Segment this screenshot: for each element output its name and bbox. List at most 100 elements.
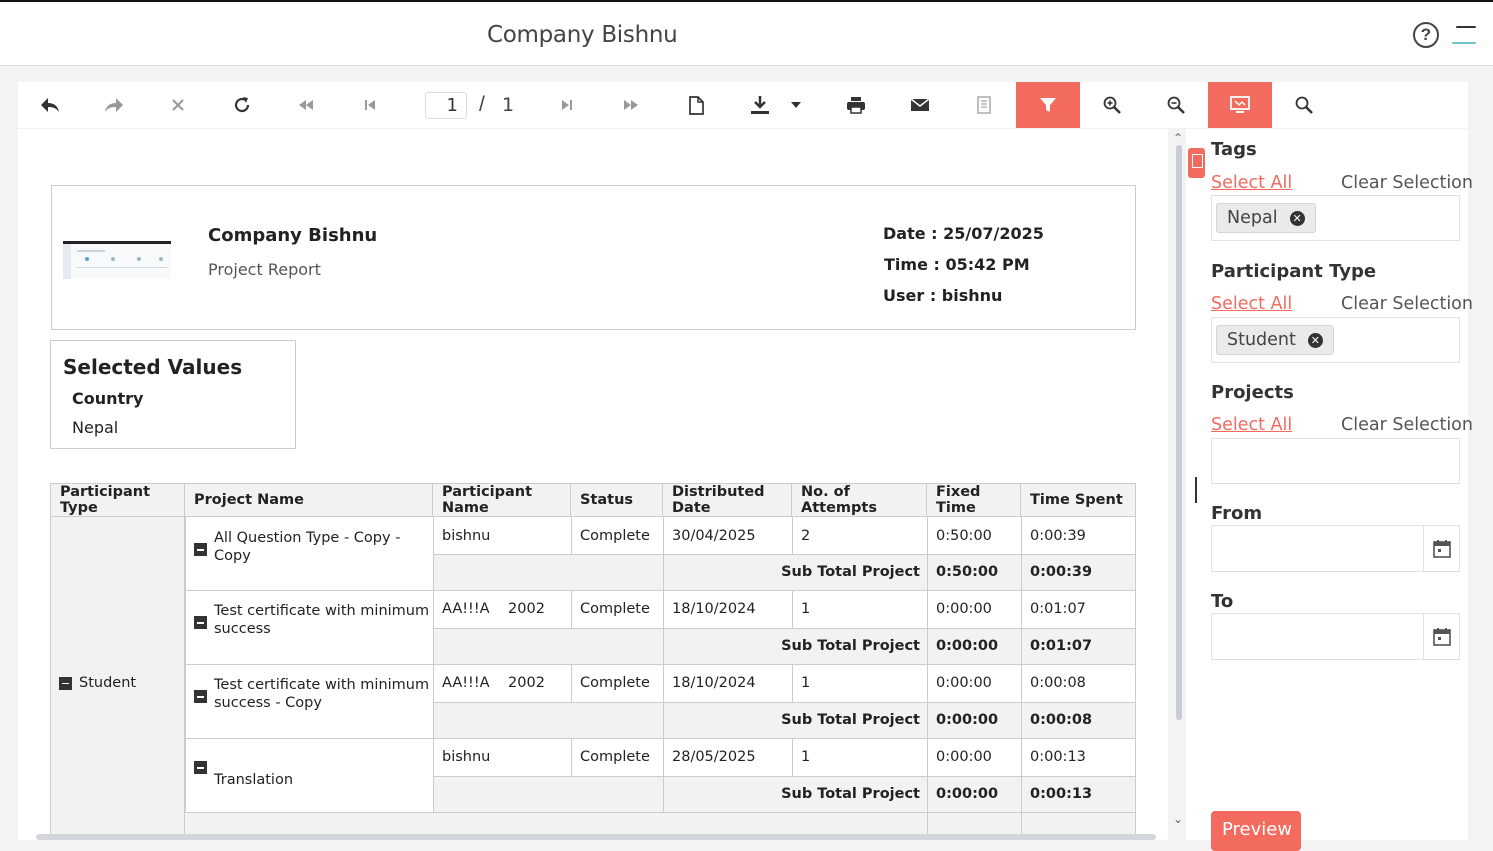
status: Complete: [580, 749, 650, 765]
chevron-down-icon: [791, 102, 801, 108]
project-name-cell[interactable]: Test certificate with minimum success - C…: [185, 676, 433, 724]
email-button[interactable]: [888, 82, 952, 128]
report-time: Time : 05:42 PM: [884, 255, 1030, 274]
subtotal-fixed: 0:00:00: [936, 786, 999, 802]
collapse-icon[interactable]: [194, 690, 207, 703]
projects-select-all[interactable]: Select All: [1211, 415, 1292, 435]
new-document-icon: [689, 95, 704, 115]
previous-page-button[interactable]: [338, 82, 402, 128]
column-header: Participant Type: [50, 483, 185, 517]
distributed-date: 30/04/2025: [672, 527, 756, 544]
subtotal-spent: 0:00:08: [1030, 712, 1093, 728]
zoom-out-icon: [1167, 96, 1185, 114]
selected-values-title: Selected Values: [63, 355, 243, 379]
next-page-button[interactable]: [535, 82, 599, 128]
scroll-up-arrow[interactable]: ⌃: [1173, 131, 1183, 145]
projects-multiselect[interactable]: [1211, 438, 1460, 484]
subtotal-label: Sub Total Project: [781, 786, 920, 802]
first-page-button[interactable]: [274, 82, 338, 128]
help-icon[interactable]: ?: [1413, 22, 1439, 48]
attempts: 1: [801, 749, 811, 765]
subtotal-label: Sub Total Project: [781, 712, 920, 728]
status: Complete: [580, 675, 650, 691]
participant-type-select-all[interactable]: Select All: [1211, 294, 1292, 314]
time-spent: 0:00:08: [1030, 675, 1086, 691]
fixed-time: 0:50:00: [936, 527, 992, 544]
filter-icon: [1040, 98, 1056, 112]
fixed-time: 0:00:00: [936, 749, 992, 765]
time-spent: 0:00:13: [1030, 749, 1086, 765]
search-icon: [1295, 96, 1313, 114]
panel-resize-handle[interactable]: [1195, 477, 1197, 503]
column-header: Project Name: [185, 483, 433, 517]
print-icon: [847, 97, 865, 114]
selected-values-key: Country: [72, 389, 144, 408]
refresh-button[interactable]: [210, 82, 274, 128]
close-button[interactable]: [146, 82, 210, 128]
report-subtitle: Project Report: [208, 260, 321, 279]
project-name-cell[interactable]: Test certificate with minimum success: [185, 602, 433, 650]
column-header: Participant Name: [433, 483, 571, 517]
first-page-icon: [299, 100, 313, 110]
menu-icon[interactable]: [1452, 20, 1478, 50]
back-button[interactable]: [18, 82, 82, 128]
attempts: 1: [801, 601, 811, 617]
tags-select-all[interactable]: Select All: [1211, 173, 1292, 193]
participant-type-clear-selection[interactable]: Clear Selection: [1341, 294, 1473, 314]
subtotal-label: Sub Total Project: [781, 638, 920, 654]
top-bar: Company Bishnu ?: [0, 0, 1493, 66]
project-name-cell[interactable]: Translation: [185, 759, 433, 799]
forward-button[interactable]: [82, 82, 146, 128]
remove-chip-icon[interactable]: ✕: [1289, 210, 1305, 226]
scroll-down-arrow[interactable]: ⌄: [1173, 812, 1183, 826]
remove-chip-icon[interactable]: ✕: [1307, 332, 1323, 348]
collapse-icon[interactable]: [59, 676, 72, 690]
vertical-scrollbar[interactable]: [1176, 145, 1182, 720]
last-page-icon: [624, 100, 638, 110]
tags-label: Tags: [1211, 139, 1257, 160]
to-label: To: [1211, 591, 1234, 612]
report-logo-thumbnail: [63, 241, 171, 279]
subtotal-fixed: 0:00:00: [936, 638, 999, 654]
collapse-icon[interactable]: [194, 761, 207, 774]
search-button[interactable]: [1272, 82, 1336, 128]
project-name-cell[interactable]: All Question Type - Copy - Copy: [185, 529, 433, 577]
download-dropdown-button[interactable]: [780, 82, 812, 128]
page-separator: /: [479, 93, 485, 116]
distributed-date: 18/10/2024: [672, 601, 756, 617]
subtotal-fixed: 0:50:00: [936, 564, 999, 580]
distributed-date: 28/05/2025: [672, 749, 756, 765]
collapse-icon[interactable]: [194, 543, 207, 556]
time-spent: 0:00:39: [1030, 527, 1086, 544]
new-document-button[interactable]: [664, 82, 728, 128]
subtotal-spent: 0:00:39: [1030, 564, 1093, 580]
selected-values-box: Selected Values Country Nepal: [50, 340, 296, 449]
to-date-input[interactable]: [1211, 613, 1460, 660]
horizontal-scrollbar[interactable]: [36, 834, 1156, 840]
last-page-button[interactable]: [599, 82, 663, 128]
from-calendar-button[interactable]: [1423, 526, 1459, 571]
column-header: Status: [571, 483, 663, 517]
to-calendar-button[interactable]: [1423, 614, 1459, 659]
projects-clear-selection[interactable]: Clear Selection: [1341, 415, 1473, 435]
panel-toggle-button[interactable]: [1188, 148, 1205, 178]
participant-type-multiselect[interactable]: Student ✕: [1211, 317, 1460, 363]
zoom-out-button[interactable]: [1144, 82, 1208, 128]
page-total: 1: [502, 94, 515, 116]
collapse-icon[interactable]: [194, 616, 207, 629]
from-date-input[interactable]: [1211, 525, 1460, 572]
print-button[interactable]: [824, 82, 888, 128]
column-header: Time Spent: [1021, 483, 1136, 517]
tags-multiselect[interactable]: Nepal ✕: [1211, 195, 1460, 241]
page-number-input[interactable]: 1: [425, 92, 467, 119]
subtotal-spent: 0:00:13: [1030, 786, 1093, 802]
tags-clear-selection[interactable]: Clear Selection: [1341, 173, 1473, 193]
projects-label: Projects: [1211, 382, 1294, 403]
preview-button[interactable]: Preview: [1211, 811, 1301, 851]
filter-button[interactable]: [1016, 82, 1080, 128]
zoom-in-button[interactable]: [1080, 82, 1144, 128]
fixed-time: 0:00:00: [936, 601, 992, 617]
document-view-button[interactable]: [952, 82, 1016, 128]
parameter-panel-button[interactable]: [1208, 82, 1272, 128]
group-label[interactable]: Student: [50, 668, 185, 698]
